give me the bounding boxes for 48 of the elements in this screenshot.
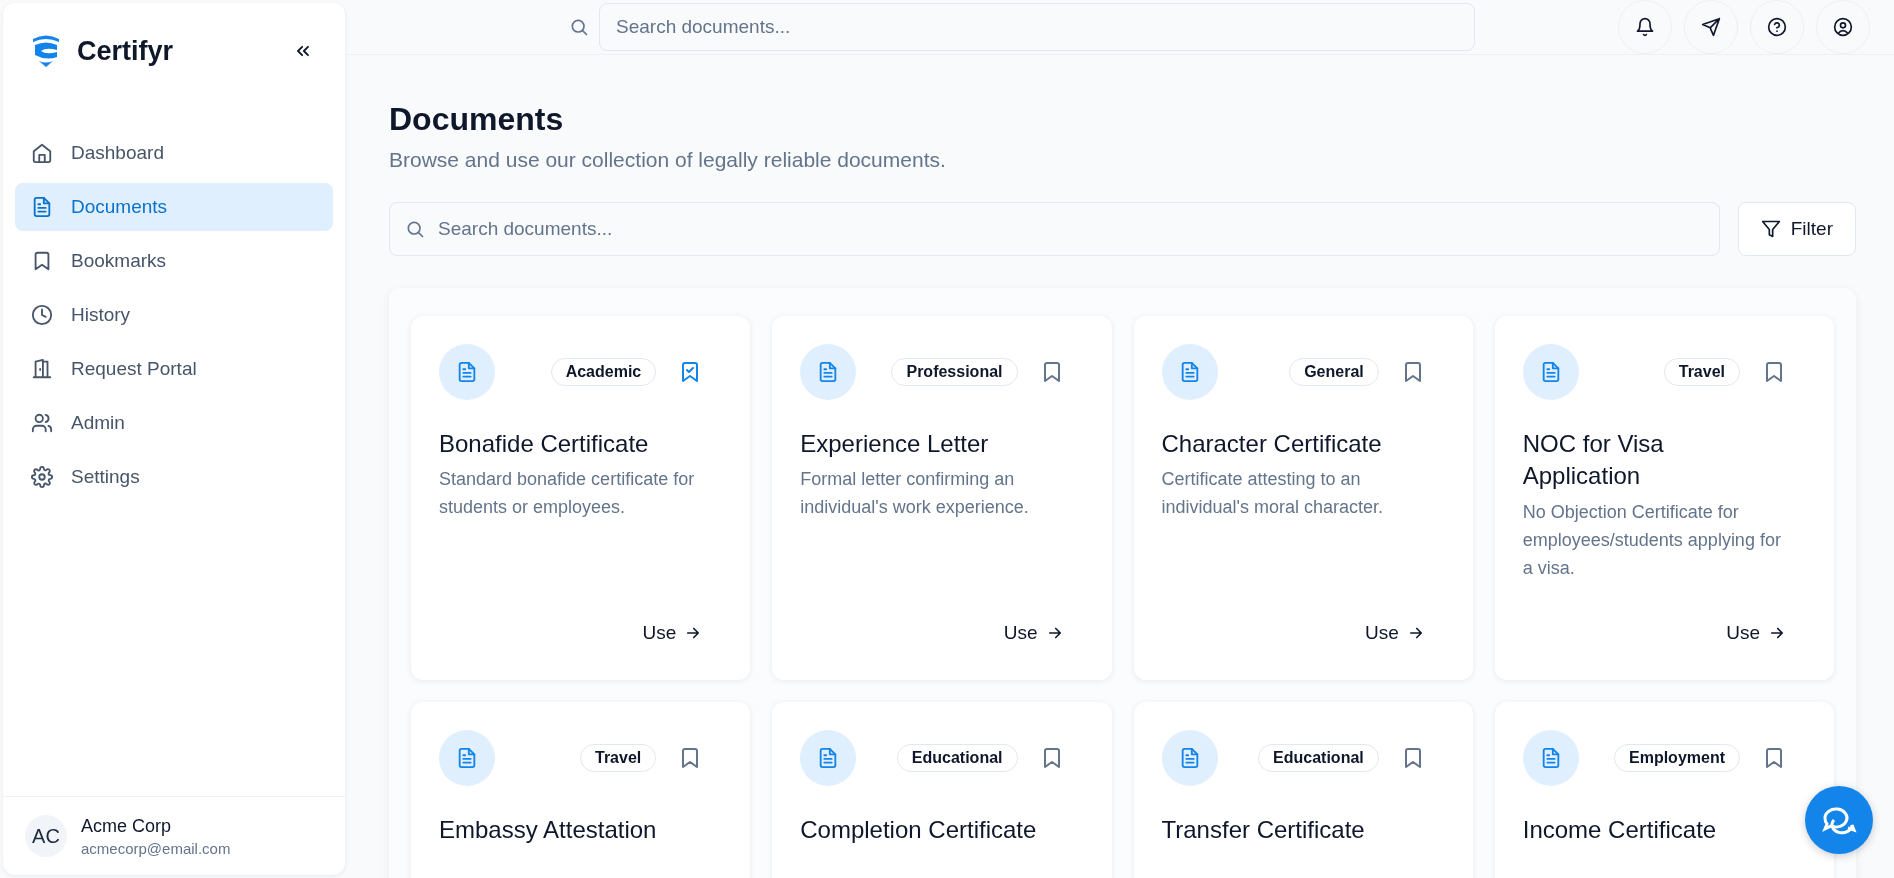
filter-button[interactable]: Filter [1737,202,1856,256]
users-icon [31,412,53,434]
sidebar-item[interactable]: History [15,291,333,339]
document-description: No Objection Certificate for employees/students applying for a visa. [1522,500,1782,580]
sidebar-item[interactable]: Request Portal [15,345,333,393]
brand-name: Certifyr [77,35,175,67]
page-subtitle: Browse and use our collection of legally reliable documents. [389,148,947,172]
document-description: Formal letter confirming an individual's work experience. [800,468,1030,520]
use-button[interactable]: Use [642,622,703,644]
door-icon [31,358,53,380]
sidebar-item[interactable]: Dashboard [15,129,333,177]
user-circle-icon [1833,17,1853,37]
search-icon [569,17,589,37]
filter-icon [1760,219,1781,239]
document-title: NOC for Visa Application [1522,429,1665,492]
sidebar-item[interactable]: Settings [15,453,333,501]
sidebar-item[interactable]: Bookmarks [15,237,333,285]
document-icon [31,196,53,218]
shield-logo-icon [31,33,61,69]
document-description: Certificate attesting to an individual's moral character. [1161,468,1385,520]
document-title: Income Certificate [1522,815,1718,845]
document-title: Character Certificate [1161,429,1383,459]
help-icon [1767,17,1787,37]
use-button[interactable]: Use [1364,622,1425,644]
document-title: Bonafide Certificate [439,429,650,459]
document-title: Experience Letter [800,429,990,459]
user-email: acmecorp@email.com [81,839,231,857]
use-button[interactable]: Use [1726,622,1786,644]
document-title: Embassy Attestation [439,815,658,845]
user-avatar: AC [25,815,67,857]
search-field[interactable]: Search documents... [599,3,1475,51]
settings-icon [31,466,53,488]
use-button[interactable]: Use [1003,622,1064,644]
search-icon [405,219,425,239]
user-name: Acme Corp [81,815,173,837]
document-description: Standard bonafide certificate for students or employees. [439,468,696,520]
document-icon [456,747,478,769]
document-title: Completion Certificate [800,815,1038,845]
page-title: Documents [389,101,565,138]
bell-icon [1635,17,1655,37]
home-icon [31,142,53,164]
document-icon [456,361,478,383]
sidebar-item[interactable]: Admin [15,399,333,447]
sidebar-item[interactable]: Documents [15,183,333,231]
paper-plane-icon [1701,17,1721,37]
document-title: Transfer Certificate [1161,815,1366,845]
document-search-field[interactable]: Search documents... [389,202,1720,256]
clock-icon [31,304,53,326]
